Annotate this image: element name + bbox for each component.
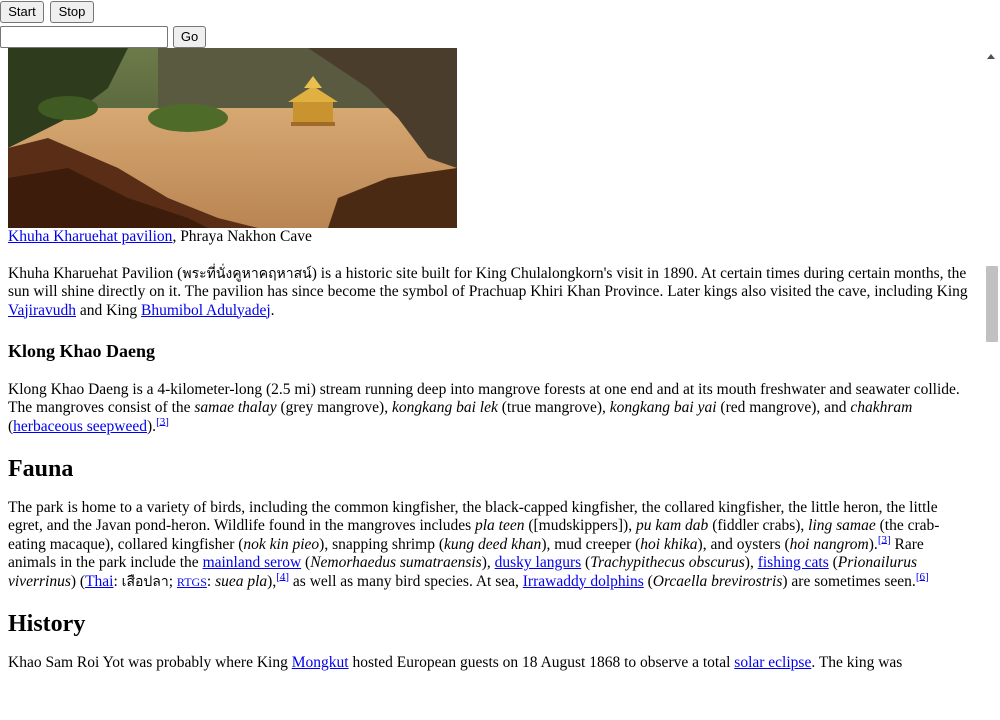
klong-paragraph: Klong Khao Daeng is a 4-kilometer-long (… — [8, 380, 960, 435]
scroll-thumb[interactable] — [986, 266, 998, 342]
cave-photo-image — [8, 48, 457, 228]
start-button[interactable]: Start — [0, 1, 44, 23]
mongkut-link[interactable]: Mongkut — [292, 654, 349, 671]
langurs-link[interactable]: dusky langurs — [495, 554, 582, 571]
url-input[interactable] — [0, 26, 168, 48]
vertical-scrollbar[interactable] — [984, 48, 1000, 720]
ref-link[interactable]: [6] — [916, 570, 929, 582]
thai-language-link[interactable]: Thai — [85, 573, 113, 590]
bhumibol-link[interactable]: Bhumibol Adulyadej — [141, 302, 271, 319]
fauna-heading: Fauna — [8, 456, 74, 482]
intro-paragraph: Khuha Kharuehat Pavilion (พระที่นั่งคูหา… — [8, 264, 968, 319]
rtgs-link[interactable]: RTGS — [177, 575, 207, 589]
article-content: Khuha Kharuehat pavilion, Phraya Nakhon … — [8, 48, 968, 672]
photo-caption: Khuha Kharuehat pavilion, Phraya Nakhon … — [8, 228, 312, 245]
scroll-up-arrow-icon[interactable] — [987, 54, 995, 59]
history-paragraph: Khao Sam Roi Yot was probably where King… — [8, 653, 903, 671]
go-button[interactable]: Go — [173, 26, 206, 48]
seepweed-link[interactable]: herbaceous seepweed — [13, 418, 147, 435]
vajiravudh-link[interactable]: Vajiravudh — [8, 302, 76, 319]
cave-pavilion-photo[interactable] — [8, 48, 457, 228]
klong-heading: Klong Khao Daeng — [8, 341, 156, 361]
history-heading: History — [8, 611, 86, 637]
caption-link[interactable]: Khuha Kharuehat pavilion — [8, 228, 172, 245]
fishing-cats-link[interactable]: fishing cats — [758, 554, 829, 571]
serow-link[interactable]: mainland serow — [203, 554, 302, 571]
solar-eclipse-link[interactable]: solar eclipse — [734, 654, 811, 671]
dolphins-link[interactable]: Irrawaddy dolphins — [523, 573, 644, 590]
ref-link[interactable]: [3] — [156, 415, 169, 427]
ref-link[interactable]: [4] — [276, 570, 289, 582]
ref-link[interactable]: [3] — [878, 533, 891, 545]
stop-button[interactable]: Stop — [50, 1, 94, 23]
fauna-paragraph: The park is home to a variety of birds, … — [8, 498, 940, 590]
